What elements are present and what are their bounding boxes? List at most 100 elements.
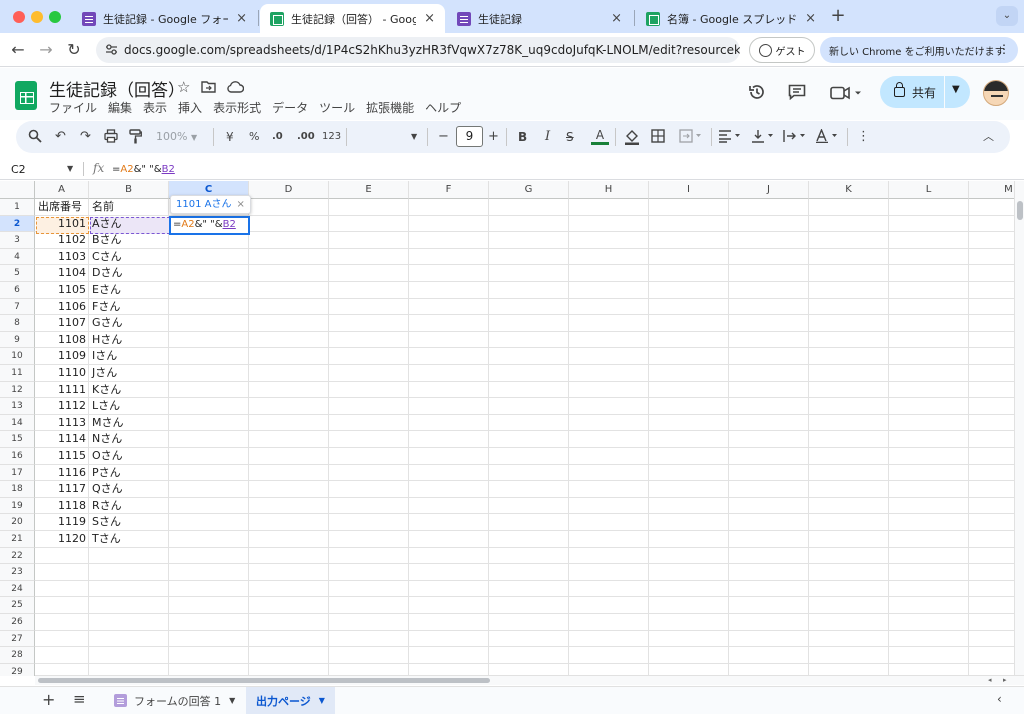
meet-icon[interactable] xyxy=(830,86,862,100)
column-header-k[interactable]: K xyxy=(809,181,889,199)
row-header[interactable]: 2 xyxy=(0,215,35,233)
row-header[interactable]: 27 xyxy=(0,630,35,648)
cell[interactable]: Rさん xyxy=(89,498,169,515)
bold-icon[interactable]: B xyxy=(518,129,527,145)
active-cell-c2[interactable]: =A2&" "&B2 xyxy=(169,216,250,235)
cell[interactable]: 1115 xyxy=(35,448,89,465)
address-bar[interactable]: docs.google.com/spreadsheets/d/1P4cS2hKh… xyxy=(96,37,740,63)
font-family-dropdown-icon[interactable]: ▼ xyxy=(411,129,417,145)
browser-tab[interactable]: 生徒記録 - Google フォーム × xyxy=(72,4,257,33)
column-header-l[interactable]: L xyxy=(889,181,969,199)
menu-format[interactable]: 表示形式 xyxy=(213,99,261,116)
row-header[interactable]: 8 xyxy=(0,315,35,332)
horizontal-scrollbar[interactable]: ◂ ▸ xyxy=(35,675,1024,685)
decrease-font-size-button[interactable]: − xyxy=(438,129,449,145)
scroll-left-icon[interactable]: ◂ xyxy=(988,676,992,684)
row-header[interactable]: 22 xyxy=(0,547,35,565)
percent-format-button[interactable]: % xyxy=(249,129,259,145)
menu-file[interactable]: ファイル xyxy=(49,99,97,116)
scrollbar-thumb[interactable] xyxy=(1017,201,1023,220)
cell[interactable]: 1118 xyxy=(35,498,89,515)
column-header-e[interactable]: E xyxy=(329,181,409,199)
column-header-a[interactable]: A xyxy=(35,181,89,199)
sheet-menu-icon[interactable]: ▼ xyxy=(319,696,325,705)
minimize-window-button[interactable] xyxy=(31,11,43,23)
text-wrapping-icon[interactable] xyxy=(783,129,807,143)
collapse-sidepanel-icon[interactable]: ‹ xyxy=(997,692,1002,706)
column-header-m[interactable]: M xyxy=(969,181,1014,199)
row-header[interactable]: 10 xyxy=(0,348,35,365)
close-window-button[interactable] xyxy=(13,11,25,23)
version-history-icon[interactable] xyxy=(748,83,766,101)
menu-help[interactable]: ヘルプ xyxy=(425,99,461,116)
row-header[interactable]: 25 xyxy=(0,597,35,614)
cell[interactable]: 1114 xyxy=(35,431,89,448)
search-menus-icon[interactable] xyxy=(28,129,42,143)
cell[interactable]: Lさん xyxy=(89,398,169,415)
menu-tools[interactable]: ツール xyxy=(319,99,355,116)
zoom-select[interactable]: 100% ▼ xyxy=(156,129,197,146)
cell[interactable]: 1111 xyxy=(35,382,89,399)
text-color-icon[interactable]: A xyxy=(591,129,609,145)
italic-icon[interactable]: I xyxy=(545,129,550,145)
cloud-saved-icon[interactable] xyxy=(227,80,244,93)
cell[interactable]: 1107 xyxy=(35,315,89,332)
row-header[interactable]: 18 xyxy=(0,481,35,498)
redo-icon[interactable]: ↷ xyxy=(80,129,91,145)
cell[interactable]: Pさん xyxy=(89,465,169,482)
close-tab-icon[interactable]: × xyxy=(611,11,622,26)
cell[interactable]: 1106 xyxy=(35,299,89,316)
cell[interactable]: Bさん xyxy=(89,232,169,249)
vertical-scrollbar[interactable] xyxy=(1014,181,1024,676)
cell[interactable]: Aさん xyxy=(89,216,169,233)
row-header[interactable]: 21 xyxy=(0,531,35,548)
row-header[interactable]: 15 xyxy=(0,431,35,448)
tab-search-button[interactable]: ⌄ xyxy=(996,6,1018,26)
star-icon[interactable]: ☆ xyxy=(177,78,190,96)
chrome-update-button[interactable]: 新しい Chrome をご利用いただけます ⋮ xyxy=(820,37,1018,63)
cell[interactable]: Kさん xyxy=(89,382,169,399)
add-sheet-icon[interactable]: + xyxy=(42,690,55,709)
avatar[interactable] xyxy=(983,80,1009,106)
more-formats-button[interactable]: 123 xyxy=(322,129,341,145)
cell[interactable]: 1116 xyxy=(35,465,89,482)
print-icon[interactable] xyxy=(104,129,118,143)
all-sheets-icon[interactable]: ≡ xyxy=(73,690,86,708)
maximize-window-button[interactable] xyxy=(49,11,61,23)
formula-input[interactable]: =A2&" "&B2 xyxy=(112,164,175,175)
scrollbar-thumb[interactable] xyxy=(38,678,490,683)
more-vert-icon[interactable]: ⋮ xyxy=(998,42,1010,56)
text-rotation-icon[interactable] xyxy=(815,129,839,143)
comments-icon[interactable] xyxy=(788,84,806,100)
cell[interactable]: 1103 xyxy=(35,249,89,266)
cell[interactable]: Cさん xyxy=(89,249,169,266)
cell[interactable]: 1119 xyxy=(35,514,89,531)
font-size-input[interactable]: 9 xyxy=(456,126,483,147)
cell[interactable]: 1110 xyxy=(35,365,89,382)
row-header[interactable]: 6 xyxy=(0,282,35,299)
browser-tab-active[interactable]: 生徒記録（回答） - Google スプレ × xyxy=(260,4,445,33)
more-options-icon[interactable]: ⋮ xyxy=(857,129,870,145)
scroll-right-icon[interactable]: ▸ xyxy=(1003,676,1007,684)
row-header[interactable]: 14 xyxy=(0,414,35,432)
column-header-j[interactable]: J xyxy=(729,181,809,199)
sheet-tab-output-page[interactable]: 出力ページ ▼ xyxy=(246,687,335,714)
cell[interactable]: 1108 xyxy=(35,332,89,349)
row-header[interactable]: 5 xyxy=(0,265,35,282)
move-folder-icon[interactable] xyxy=(201,80,216,93)
cell[interactable]: 1120 xyxy=(35,531,89,548)
cell[interactable]: Qさん xyxy=(89,481,169,498)
column-header-i[interactable]: I xyxy=(649,181,729,199)
decrease-decimal-button[interactable]: .0 xyxy=(272,129,283,145)
vertical-align-icon[interactable] xyxy=(751,129,775,143)
row-header[interactable]: 12 xyxy=(0,381,35,399)
cell[interactable]: Oさん xyxy=(89,448,169,465)
cell[interactable]: 1102 xyxy=(35,232,89,249)
cell[interactable]: 1113 xyxy=(35,415,89,432)
increase-font-size-button[interactable]: + xyxy=(488,129,499,145)
back-button[interactable]: ← xyxy=(8,40,28,60)
cell[interactable]: 1117 xyxy=(35,481,89,498)
cell[interactable]: Dさん xyxy=(89,265,169,282)
merge-cells-icon[interactable] xyxy=(679,129,703,143)
cell[interactable]: 1101 xyxy=(35,216,89,233)
